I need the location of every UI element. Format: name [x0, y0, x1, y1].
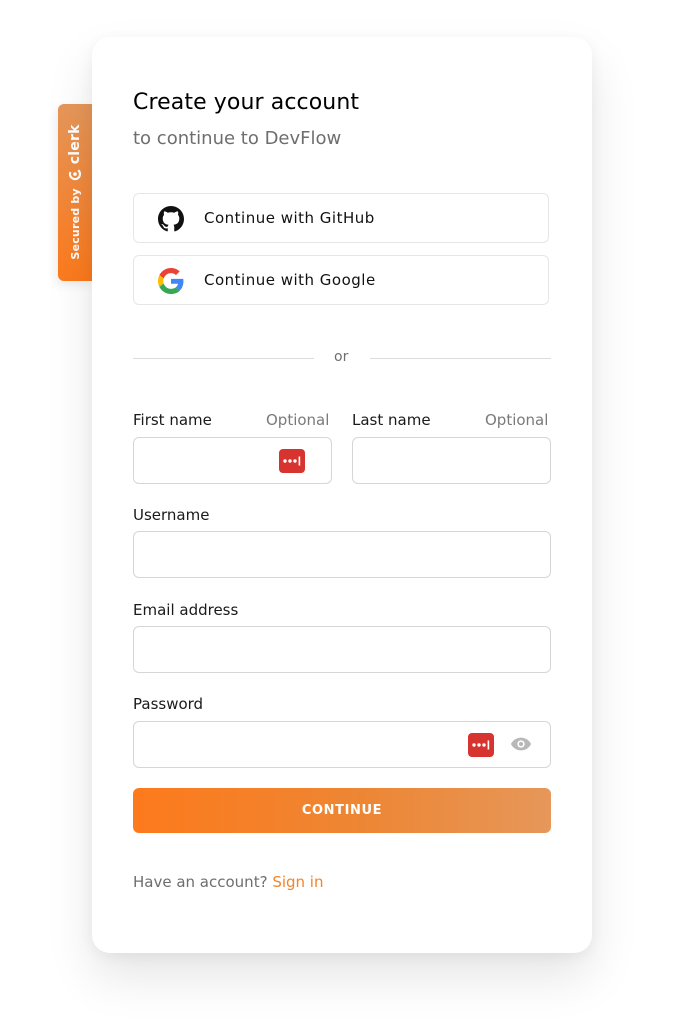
password-manager-icon[interactable]: [279, 449, 305, 473]
divider-line-right: [370, 358, 551, 359]
password-manager-dots-icon: [283, 456, 301, 466]
show-password-eye-icon[interactable]: [510, 735, 532, 753]
github-icon: [158, 206, 184, 232]
divider-line-left: [133, 358, 314, 359]
password-label: Password: [133, 695, 204, 713]
continue-with-google-button[interactable]: Continue with Google: [133, 255, 549, 305]
last-name-input[interactable]: [352, 437, 551, 484]
password-manager-dots-icon: [472, 740, 490, 750]
badge-logo: clerk: [67, 124, 83, 181]
badge-content: Secured by clerk: [67, 124, 83, 259]
continue-button[interactable]: CONTINUE: [133, 788, 551, 833]
continue-with-github-button[interactable]: Continue with GitHub: [133, 193, 549, 243]
page: Secured by clerk Create your account to …: [0, 0, 697, 1031]
password-manager-icon-password[interactable]: [468, 733, 494, 757]
last-name-optional: Optional: [485, 411, 549, 429]
sign-in-link[interactable]: Sign in: [272, 873, 323, 891]
sign-in-prompt: Have an account? Sign in: [133, 873, 323, 891]
badge-brand-text: clerk: [67, 124, 83, 165]
badge-secured-text: Secured by: [68, 188, 82, 260]
email-label: Email address: [133, 601, 239, 619]
first-name-label: First name: [133, 411, 212, 429]
username-input[interactable]: [133, 531, 551, 578]
first-name-optional: Optional: [266, 411, 330, 429]
divider-or-text: or: [334, 349, 349, 365]
clerk-logo-icon: [68, 167, 82, 180]
google-icon: [158, 268, 184, 294]
last-name-label: Last name: [352, 411, 431, 429]
footer-prompt-text: Have an account?: [133, 873, 268, 891]
username-label: Username: [133, 506, 210, 524]
secured-by-clerk-badge[interactable]: Secured by clerk: [58, 104, 92, 281]
page-subtitle: to continue to DevFlow: [133, 128, 342, 149]
google-button-label: Continue with Google: [204, 271, 376, 289]
email-input[interactable]: [133, 626, 551, 673]
github-button-label: Continue with GitHub: [204, 209, 375, 227]
page-title: Create your account: [133, 90, 360, 115]
